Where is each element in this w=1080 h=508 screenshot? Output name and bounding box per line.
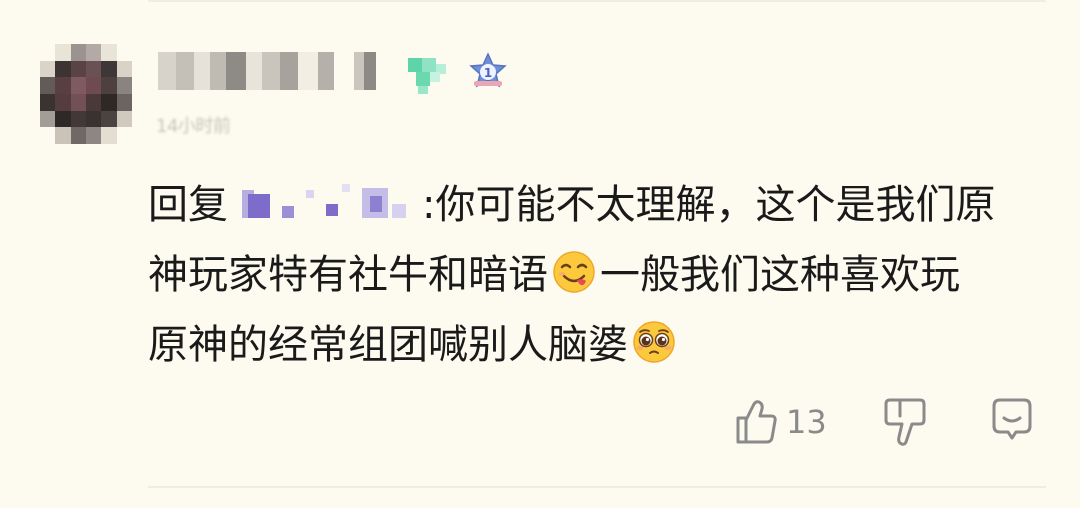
reply-button[interactable] [988, 396, 1036, 444]
comment-action-bar: 13 [0, 396, 1080, 450]
comment-timestamp: 14小时前 [156, 116, 231, 137]
comment-text-line-1: 你可能不太理解，这个是我们原 [435, 182, 996, 228]
thumbs-up-icon [736, 400, 777, 444]
avatar[interactable] [40, 44, 132, 144]
comment-text-line-2b: 一般我们这种喜欢玩 [600, 252, 960, 298]
level-badge-icon [408, 58, 446, 94]
comment-line-1: 回复 :你可能不太理解，这个是我们原 [148, 170, 1048, 240]
pleading-face-icon [633, 321, 675, 363]
top-divider [148, 0, 1046, 2]
like-button[interactable]: 13 [734, 396, 827, 448]
yum-face-icon [553, 251, 595, 293]
dislike-button[interactable] [882, 396, 928, 448]
like-count: 13 [786, 403, 827, 441]
comment-line-3: 原神的经常组团喊别人脑婆 [148, 310, 1048, 380]
comment-text-line-3: 原神的经常组团喊别人脑婆 [148, 322, 628, 368]
svg-text:1: 1 [484, 66, 492, 80]
mentioned-username[interactable] [242, 184, 418, 224]
rank-badge-icon: 1 [469, 52, 507, 88]
reply-separator: : [422, 182, 436, 228]
comment-text-line-2a: 神玩家特有社牛和暗语 [148, 252, 548, 298]
comment-body[interactable]: 回复 :你可能不太理解，这个是我们原 神玩家特有社牛和暗语 一般我们这种喜欢玩 … [148, 170, 1048, 380]
username[interactable] [158, 52, 376, 90]
comment-icon [992, 398, 1032, 440]
comment-line-2: 神玩家特有社牛和暗语 一般我们这种喜欢玩 [148, 240, 1048, 310]
bottom-divider [148, 486, 1046, 488]
reply-prefix: 回复 [148, 182, 228, 228]
thumbs-down-icon [884, 398, 926, 446]
comment-screen: 1 14小时前 回复 :你可能不太理解，这个是我们原 神玩家特有社牛和暗语 一般… [0, 0, 1080, 508]
